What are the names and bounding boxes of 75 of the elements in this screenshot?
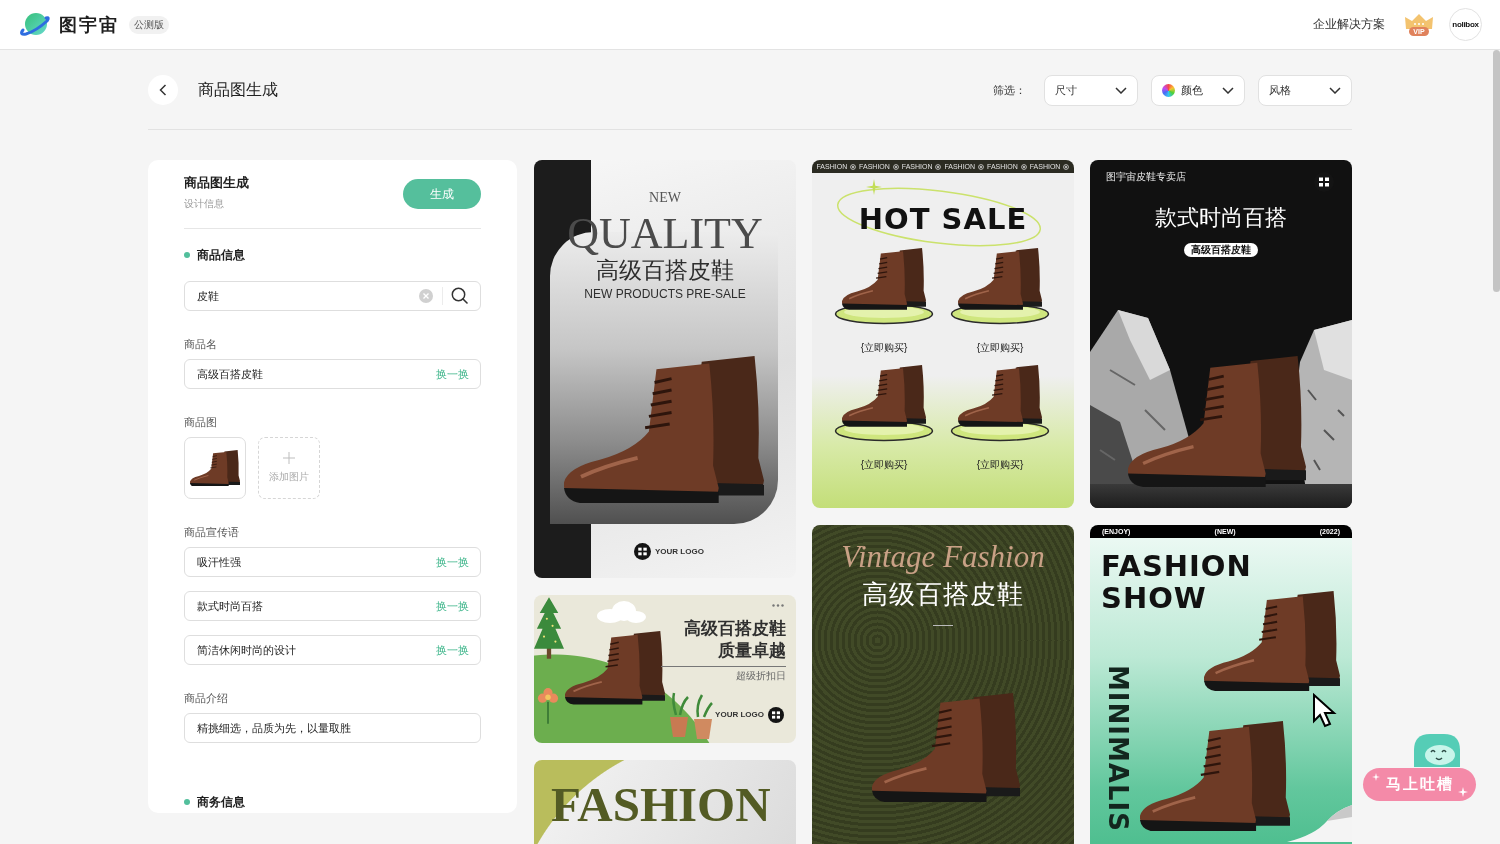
sparkle-icon bbox=[1372, 773, 1380, 781]
search-icon[interactable] bbox=[451, 287, 468, 304]
ring-dot-icon bbox=[1020, 163, 1027, 170]
buy-label: {立即购买} bbox=[860, 341, 908, 355]
panel-title: 商品图生成 bbox=[184, 174, 249, 192]
beta-badge: 公测版 bbox=[129, 15, 169, 34]
logo-text: YOUR LOGO bbox=[655, 546, 704, 557]
bullet-dot-icon bbox=[184, 252, 190, 258]
poster-note: 超级折扣日 bbox=[736, 670, 786, 682]
tree-drawing bbox=[534, 597, 564, 659]
filter-dropdown[interactable]: 尺寸 bbox=[1044, 74, 1138, 106]
enterprise-link[interactable]: 企业解决方案 bbox=[1313, 16, 1385, 33]
sparkle-icon bbox=[866, 179, 882, 195]
color-wheel-icon bbox=[1162, 83, 1175, 97]
poster-card[interactable]: 图宇宙皮鞋专卖店 款式时尚百搭 高级百搭皮鞋 bbox=[1090, 160, 1352, 508]
field-label: 商品介绍 bbox=[184, 691, 229, 705]
section-title: 商务信息 bbox=[197, 793, 245, 811]
plus-icon bbox=[283, 452, 295, 464]
vertical-text: MINIMALIS bbox=[1103, 665, 1133, 832]
product-tag: 高级百搭皮鞋 bbox=[1184, 243, 1258, 257]
filter-dropdown[interactable]: 风格 bbox=[1258, 74, 1352, 106]
field-label: 商品宣传语 bbox=[184, 525, 240, 539]
poster-kicker: NEW bbox=[649, 190, 681, 206]
chevron-down-icon bbox=[1115, 86, 1127, 94]
poster-title: 高级百搭皮鞋 bbox=[596, 258, 734, 285]
crown-icon bbox=[1404, 13, 1434, 29]
poster-headline: SHOW bbox=[1101, 582, 1208, 614]
cloud-drawing bbox=[596, 601, 646, 623]
poster-card[interactable]: Vintage Fashion 高级百搭皮鞋 bbox=[812, 525, 1074, 844]
buy-label: {立即购买} bbox=[976, 458, 1024, 472]
product-thumbnail[interactable] bbox=[184, 437, 246, 499]
buy-label: {立即购买} bbox=[860, 458, 908, 472]
logo-badge-icon bbox=[768, 707, 784, 723]
panel-subtitle: 设计信息 bbox=[184, 197, 225, 211]
search-field[interactable]: 皮鞋 bbox=[184, 281, 481, 311]
logo-badge-icon bbox=[634, 543, 651, 560]
poster-title: 质量卓越 bbox=[718, 640, 786, 662]
ring-dot-icon bbox=[892, 163, 899, 170]
poster-title: 款式时尚百搭 bbox=[1155, 204, 1287, 232]
dots-icon bbox=[772, 604, 784, 607]
sparkle-icon bbox=[1458, 787, 1468, 797]
buy-label: {立即购买} bbox=[976, 341, 1024, 355]
flower-drawing bbox=[537, 687, 559, 724]
cursor-arrow-icon bbox=[1312, 693, 1338, 729]
bullet-dot-icon bbox=[184, 799, 190, 805]
ring-dot-icon bbox=[850, 163, 857, 170]
scrollbar-thumb[interactable] bbox=[1493, 50, 1500, 292]
back-button[interactable] bbox=[148, 75, 178, 105]
text-field[interactable]: 精挑细选，品质为先，以量取胜 bbox=[184, 713, 481, 743]
field-label: 商品图 bbox=[184, 415, 218, 429]
page-title: 商品图生成 bbox=[198, 79, 278, 100]
chevron-left-icon bbox=[159, 84, 167, 96]
store-name: 图宇宙皮鞋专卖店 bbox=[1106, 171, 1186, 183]
chevron-down-icon bbox=[1329, 86, 1341, 94]
page-curl-drawing bbox=[1287, 805, 1352, 842]
poster-title: 高级百搭皮鞋 bbox=[861, 580, 1025, 610]
account-avatar[interactable]: nolibox bbox=[1449, 8, 1482, 41]
filter-dropdown[interactable]: 颜色 bbox=[1151, 74, 1245, 106]
ring-dot-icon bbox=[1063, 163, 1070, 170]
chevron-down-icon bbox=[1222, 86, 1234, 94]
poster-subtitle: NEW PRODUCTS PRE-SALE bbox=[584, 287, 746, 301]
section-title: 商品信息 bbox=[197, 246, 245, 264]
ring-dot-icon bbox=[935, 163, 942, 170]
poster-headline: Vintage Fashion bbox=[840, 539, 1046, 575]
poster-title: 高级百搭皮鞋 bbox=[684, 618, 786, 640]
planet-logo-icon[interactable] bbox=[19, 12, 51, 37]
boot-pair-drawing bbox=[190, 449, 240, 487]
brand-name: 图宇宙 bbox=[59, 13, 119, 37]
poster-headline: FASHION bbox=[1101, 550, 1252, 582]
poster-headline: HOT SALE bbox=[857, 204, 1029, 234]
filter-label: 筛选： bbox=[993, 82, 1026, 98]
poster-card[interactable]: 高级百搭皮鞋 质量卓越 超级折扣日 YOUR LOGO bbox=[534, 595, 796, 743]
logo-text: YOUR LOGO bbox=[715, 710, 764, 720]
ring-dot-icon bbox=[978, 163, 985, 170]
field-label: 商品名 bbox=[184, 337, 218, 351]
